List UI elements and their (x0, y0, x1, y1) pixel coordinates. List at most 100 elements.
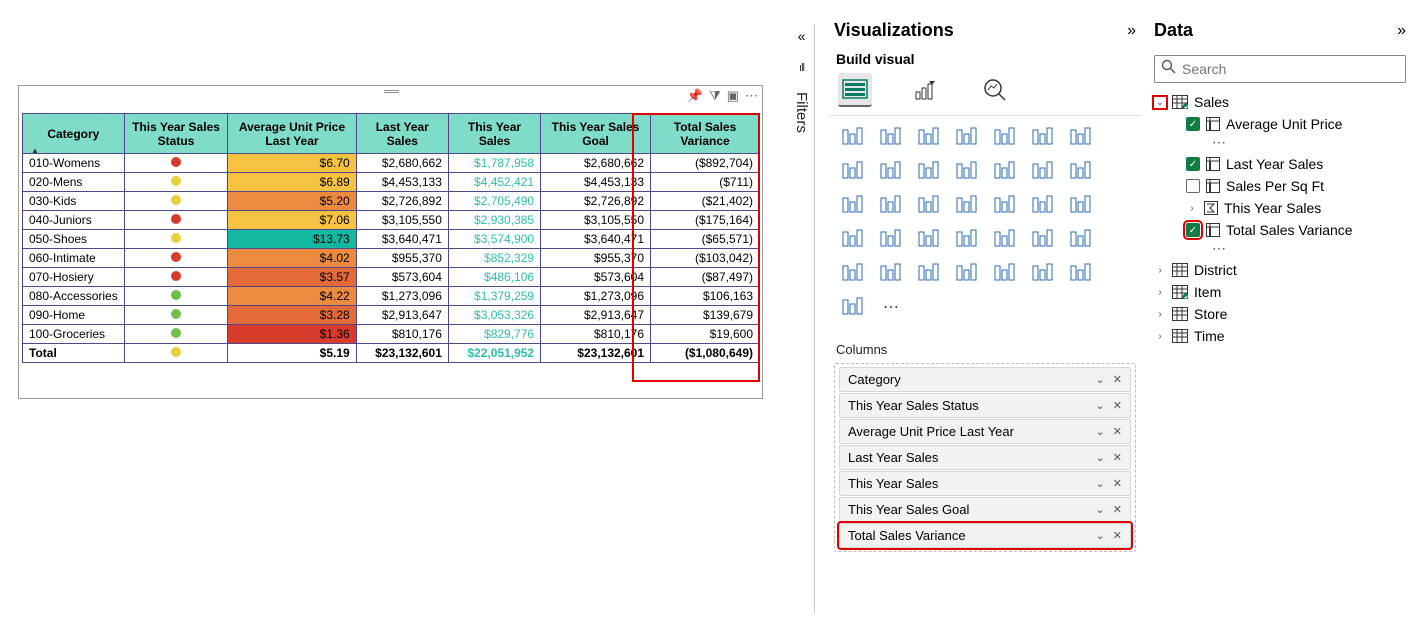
viz-type-treemap[interactable] (950, 190, 984, 220)
build-visual-tab[interactable] (838, 73, 872, 107)
report-canvas-visual[interactable]: ══ 📌 ⧩ ▣ ⋯ Category▲This Year Sales Stat… (18, 85, 763, 399)
viz-type-decomp[interactable] (836, 292, 870, 322)
viz-type-donut[interactable] (912, 190, 946, 220)
viz-type-funnel[interactable] (1064, 156, 1098, 186)
chevron-icon[interactable]: › (1154, 309, 1166, 320)
chevron-down-icon[interactable]: ⌄ (1096, 399, 1105, 412)
table-node-district[interactable]: ›District (1152, 259, 1408, 281)
viz-type-area[interactable] (836, 156, 870, 186)
chevron-icon[interactable]: › (1186, 203, 1198, 214)
viz-type-qa[interactable] (912, 258, 946, 288)
collapse-pane-icon[interactable]: » (1397, 22, 1406, 40)
filter-icon[interactable]: ⧩ (709, 88, 721, 104)
viz-type-waterfall[interactable] (1026, 156, 1060, 186)
viz-type-powerautomate[interactable] (1064, 258, 1098, 288)
chevron-icon[interactable]: › (1154, 287, 1166, 298)
filters-pane-collapsed[interactable]: « ıll Filters (789, 24, 815, 614)
field-well[interactable]: Last Year Sales⌄✕ (839, 445, 1131, 470)
chevron-down-icon[interactable]: ⌄ (1096, 503, 1105, 516)
field-checkbox[interactable]: ✓ (1186, 157, 1200, 171)
table-node-store[interactable]: ›Store (1152, 303, 1408, 325)
viz-type-scatter[interactable] (836, 190, 870, 220)
chevron-down-icon[interactable]: ⌄ (1096, 425, 1105, 438)
column-header[interactable]: This Year Sales Goal (541, 114, 651, 154)
field-well[interactable]: Average Unit Price Last Year⌄✕ (839, 419, 1131, 444)
field-well[interactable]: This Year Sales⌄✕ (839, 471, 1131, 496)
remove-field-icon[interactable]: ✕ (1113, 451, 1122, 464)
viz-type-slicer[interactable] (988, 224, 1022, 254)
viz-type-card[interactable] (874, 224, 908, 254)
viz-type-line[interactable] (1064, 122, 1098, 152)
viz-type-clustered-column-100[interactable] (1026, 122, 1060, 152)
viz-type-r-visual[interactable] (836, 258, 870, 288)
viz-type-ribbon[interactable] (988, 156, 1022, 186)
chevron-down-icon[interactable]: ⌄ (1096, 529, 1105, 542)
viz-type-table[interactable] (1026, 224, 1060, 254)
drag-handle-icon[interactable]: ══ (384, 88, 397, 94)
field-checkbox[interactable] (1186, 179, 1200, 193)
viz-type-kpi[interactable] (950, 224, 984, 254)
chevron-icon[interactable]: › (1154, 331, 1166, 342)
viz-type-stacked-bar-100[interactable] (988, 122, 1022, 152)
viz-type-stacked-bar[interactable] (836, 122, 870, 152)
more-fields-icon[interactable]: ⋯ (1152, 137, 1408, 147)
viz-type-more[interactable]: ⋯ (874, 292, 908, 322)
format-visual-tab[interactable] (908, 73, 942, 107)
search-box[interactable] (1154, 55, 1406, 83)
viz-type-line-clustered[interactable] (950, 156, 984, 186)
collapse-pane-icon[interactable]: » (1127, 22, 1136, 40)
chevron-icon[interactable]: › (1154, 265, 1166, 276)
column-header[interactable]: This Year Sales Status (124, 114, 228, 154)
viz-type-powerapps[interactable] (1026, 258, 1060, 288)
field-checkbox[interactable]: ✓ (1186, 117, 1200, 131)
viz-type-filled-map[interactable] (1026, 190, 1060, 220)
field-checkbox[interactable]: ✓ (1186, 223, 1200, 237)
more-icon[interactable]: ⋯ (745, 88, 758, 104)
column-header[interactable]: Last Year Sales (356, 114, 448, 154)
search-input[interactable] (1182, 61, 1399, 77)
viz-type-multi-row-card[interactable] (912, 224, 946, 254)
remove-field-icon[interactable]: ✕ (1113, 503, 1122, 516)
field-well[interactable]: Total Sales Variance⌄✕ (839, 523, 1131, 548)
chevron-icon[interactable]: ⌄ (1154, 97, 1166, 108)
focus-icon[interactable]: ▣ (727, 88, 739, 104)
field-well[interactable]: This Year Sales Status⌄✕ (839, 393, 1131, 418)
viz-type-matrix[interactable] (1064, 224, 1098, 254)
collapse-chevron-icon[interactable]: « (798, 28, 806, 44)
analytics-tab[interactable] (978, 73, 1012, 107)
remove-field-icon[interactable]: ✕ (1113, 373, 1122, 386)
viz-type-clustered-bar[interactable] (874, 122, 908, 152)
viz-type-gauge[interactable] (836, 224, 870, 254)
column-header[interactable]: This Year Sales (448, 114, 540, 154)
field-node[interactable]: ›This Year Sales (1152, 197, 1408, 219)
columns-field-wells[interactable]: Category⌄✕This Year Sales Status⌄✕Averag… (834, 363, 1136, 552)
viz-type-narrative[interactable] (950, 258, 984, 288)
field-well[interactable]: Category⌄✕ (839, 367, 1131, 392)
viz-type-clustered-column[interactable] (950, 122, 984, 152)
remove-field-icon[interactable]: ✕ (1113, 399, 1122, 412)
pin-icon[interactable]: 📌 (687, 88, 703, 104)
chevron-down-icon[interactable]: ⌄ (1096, 373, 1105, 386)
remove-field-icon[interactable]: ✕ (1113, 529, 1122, 542)
viz-type-pie[interactable] (874, 190, 908, 220)
column-header[interactable]: Total Sales Variance (651, 114, 760, 154)
field-node[interactable]: ✓Total Sales Variance (1152, 219, 1408, 241)
chevron-down-icon[interactable]: ⌄ (1096, 451, 1105, 464)
field-node[interactable]: ✓Last Year Sales (1152, 153, 1408, 175)
chevron-down-icon[interactable]: ⌄ (1096, 477, 1105, 490)
field-well[interactable]: This Year Sales Goal⌄✕ (839, 497, 1131, 522)
column-header[interactable]: Category▲ (23, 114, 125, 154)
remove-field-icon[interactable]: ✕ (1113, 425, 1122, 438)
table-node-time[interactable]: ›Time (1152, 325, 1408, 347)
filters-label[interactable]: Filters (793, 92, 810, 133)
field-node[interactable]: ✓Average Unit Price (1152, 113, 1408, 135)
table-node-item[interactable]: ›Item (1152, 281, 1408, 303)
remove-field-icon[interactable]: ✕ (1113, 477, 1122, 490)
viz-type-stacked-column[interactable] (912, 122, 946, 152)
column-header[interactable]: Average Unit Price Last Year (228, 114, 356, 154)
viz-type-python-visual[interactable] (874, 258, 908, 288)
table-node-sales[interactable]: ⌄Sales (1152, 91, 1408, 113)
viz-type-paginated[interactable] (988, 258, 1022, 288)
more-fields-icon[interactable]: ⋯ (1152, 243, 1408, 253)
field-node[interactable]: Sales Per Sq Ft (1152, 175, 1408, 197)
